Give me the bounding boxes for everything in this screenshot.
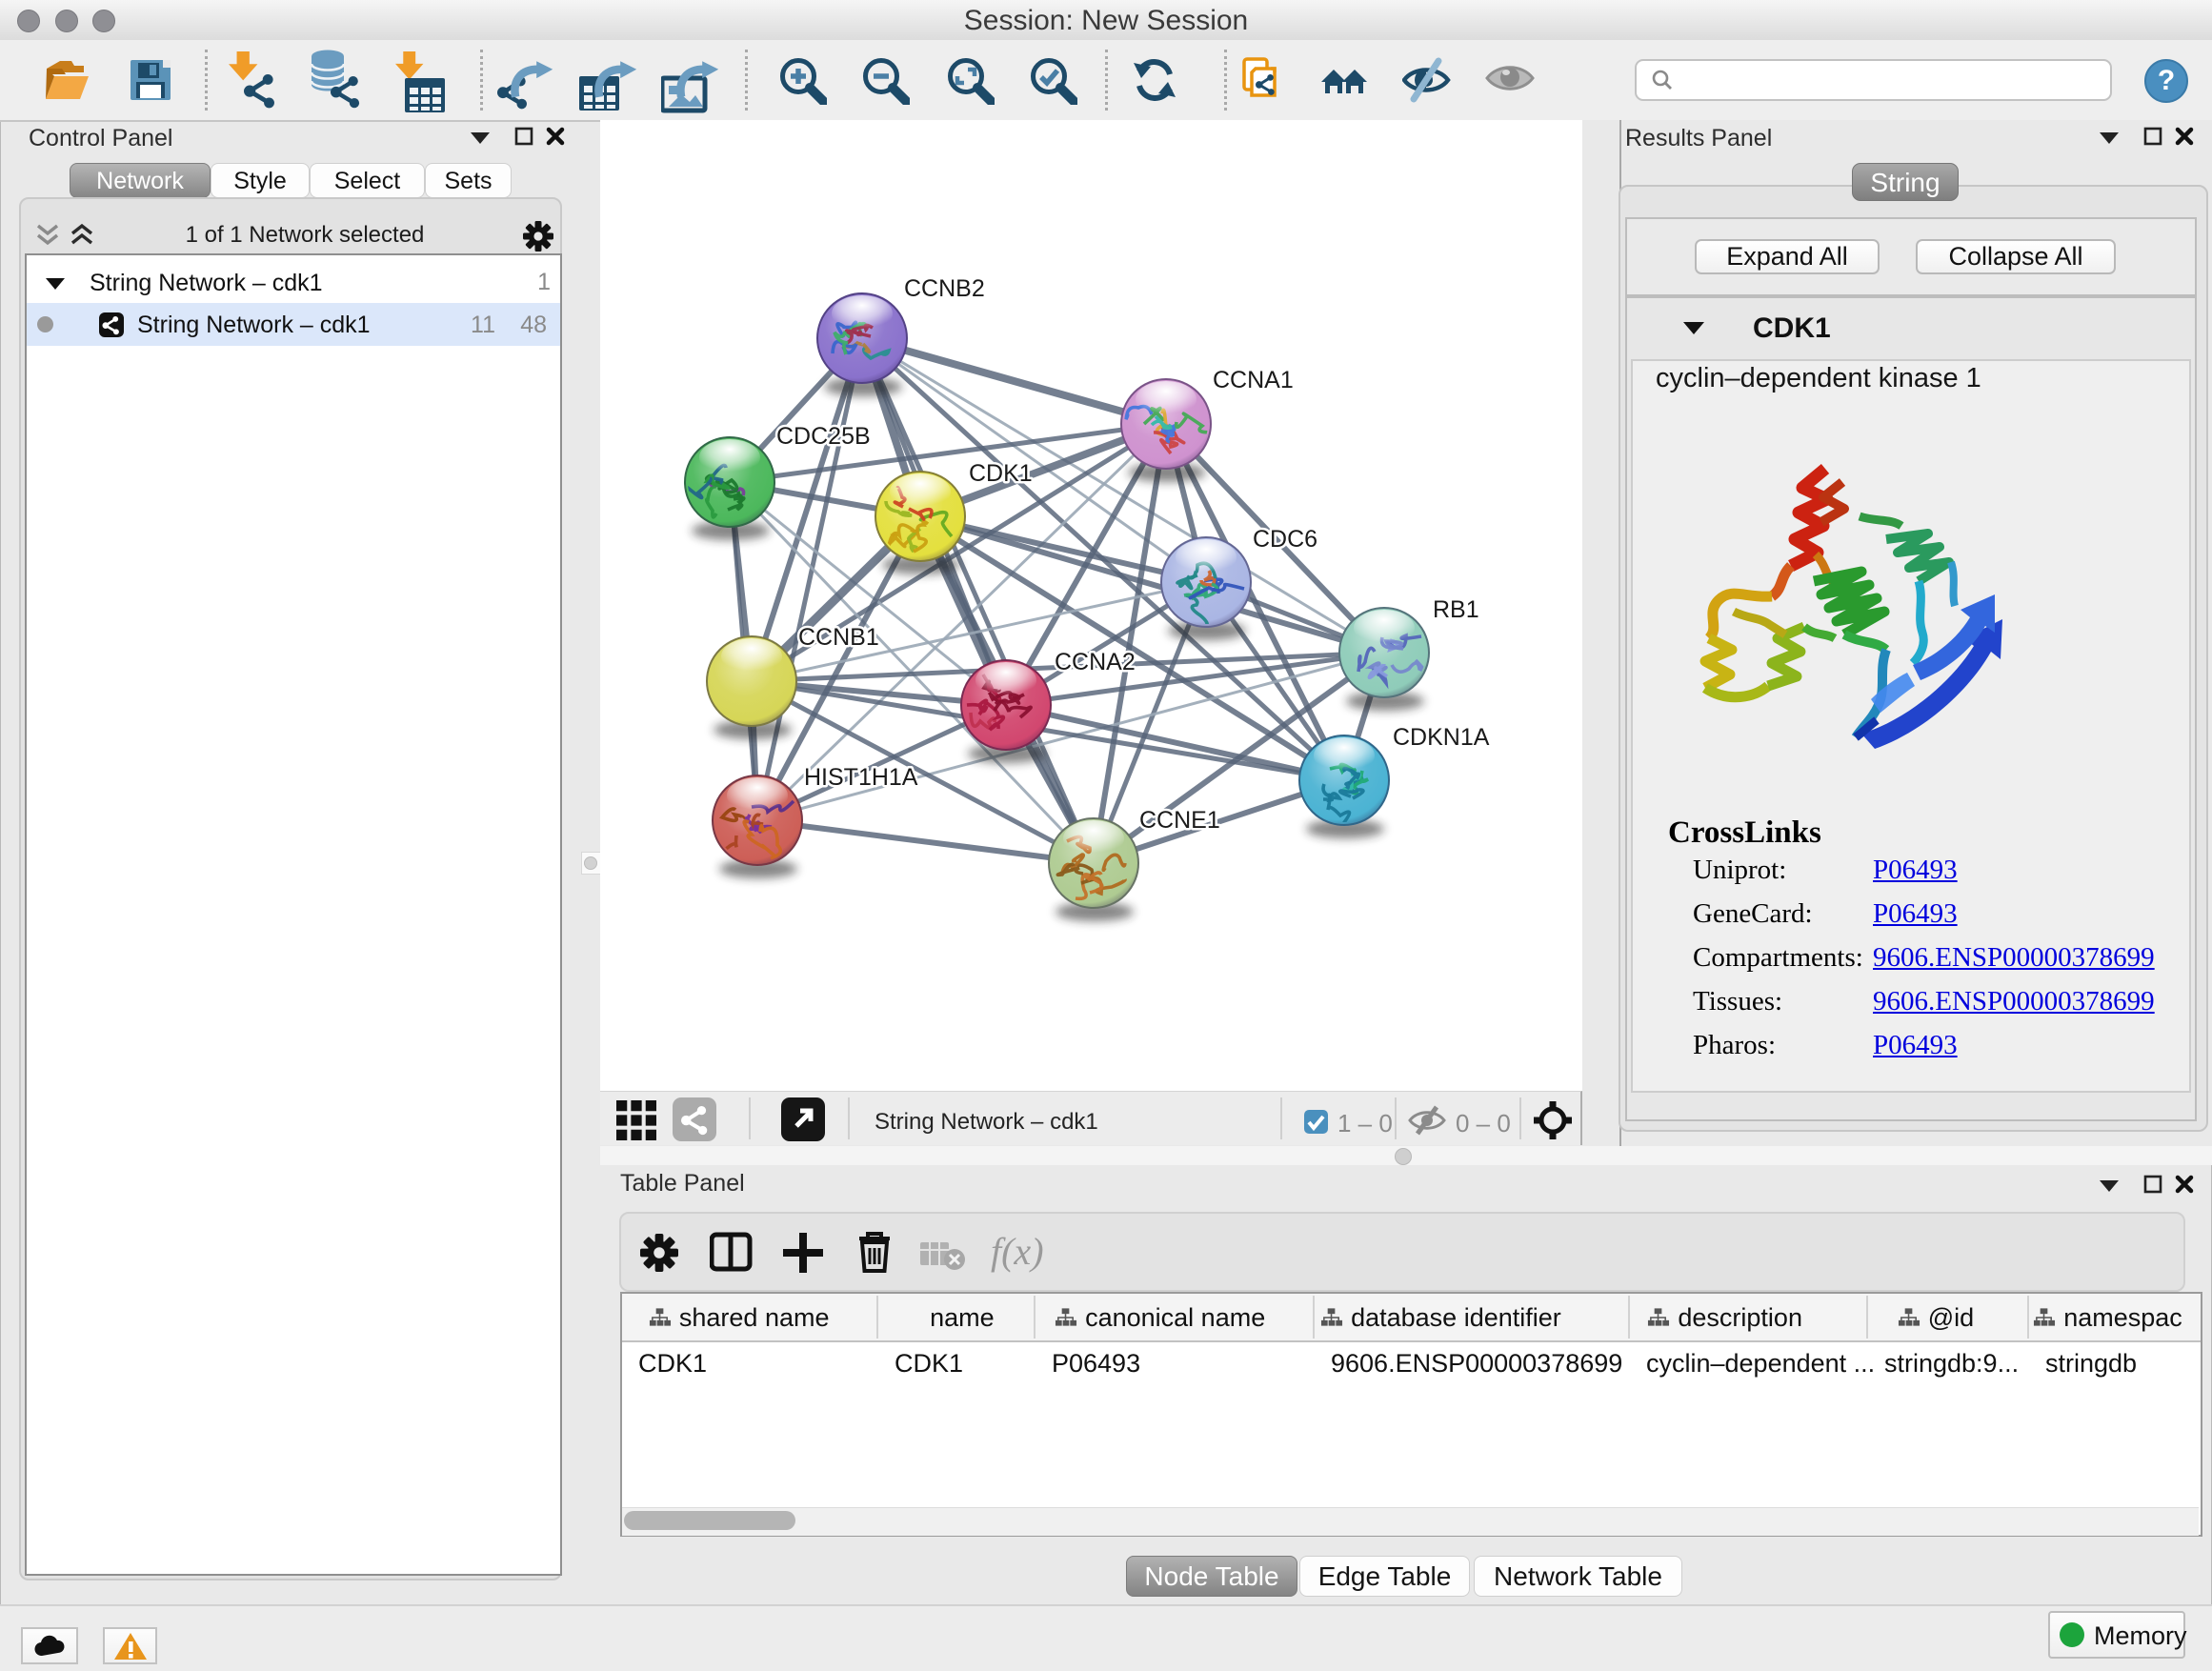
svg-text:CCNE1: CCNE1 (1139, 807, 1220, 834)
svg-text:CCNA1: CCNA1 (1213, 367, 1294, 393)
svg-text:HIST1H1A: HIST1H1A (804, 764, 918, 791)
svg-text:CDK1: CDK1 (969, 460, 1033, 487)
svg-text:RB1: RB1 (1433, 596, 1479, 623)
svg-text:CCNB2: CCNB2 (904, 275, 985, 302)
svg-text:CCNA2: CCNA2 (1055, 649, 1136, 675)
svg-text:CDC25B: CDC25B (776, 423, 871, 450)
svg-text:CDKN1A: CDKN1A (1393, 724, 1490, 751)
svg-text:CDC6: CDC6 (1253, 526, 1317, 553)
svg-text:CCNB1: CCNB1 (798, 624, 879, 651)
